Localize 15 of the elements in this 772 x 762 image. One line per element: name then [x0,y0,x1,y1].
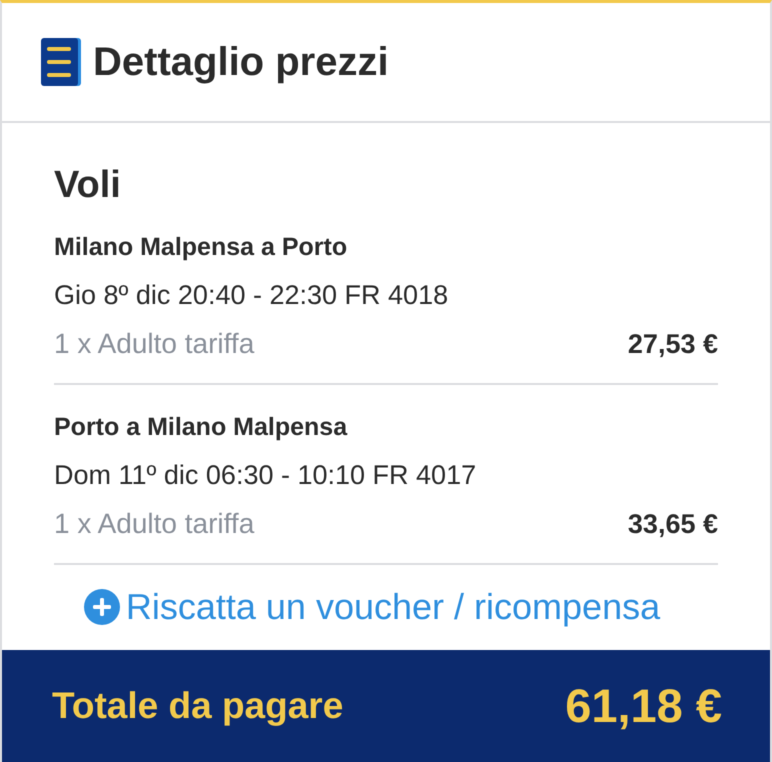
section-title: Voli [54,165,121,205]
flight-route: Porto a Milano Malpensa [54,413,348,441]
flight-schedule: Gio 8º dic 20:40 - 22:30 FR 4018 [54,280,448,310]
fare-price: 27,53 € [628,329,718,359]
total-amount: 61,18 € [565,679,722,733]
total-label: Totale da pagare [52,684,344,728]
fare-description: 1 x Adulto tariffa [54,509,254,539]
panel-title: Dettaglio prezzi [93,39,389,85]
fare-description: 1 x Adulto tariffa [54,329,254,359]
list-icon [41,38,81,86]
fare-price: 33,65 € [628,509,718,539]
flight-schedule: Dom 11º dic 06:30 - 10:10 FR 4017 [54,460,476,490]
plus-circle-icon [84,589,120,625]
voucher-link[interactable]: Riscatta un voucher / ricompensa [84,587,660,627]
flight-route: Milano Malpensa a Porto [54,233,348,261]
